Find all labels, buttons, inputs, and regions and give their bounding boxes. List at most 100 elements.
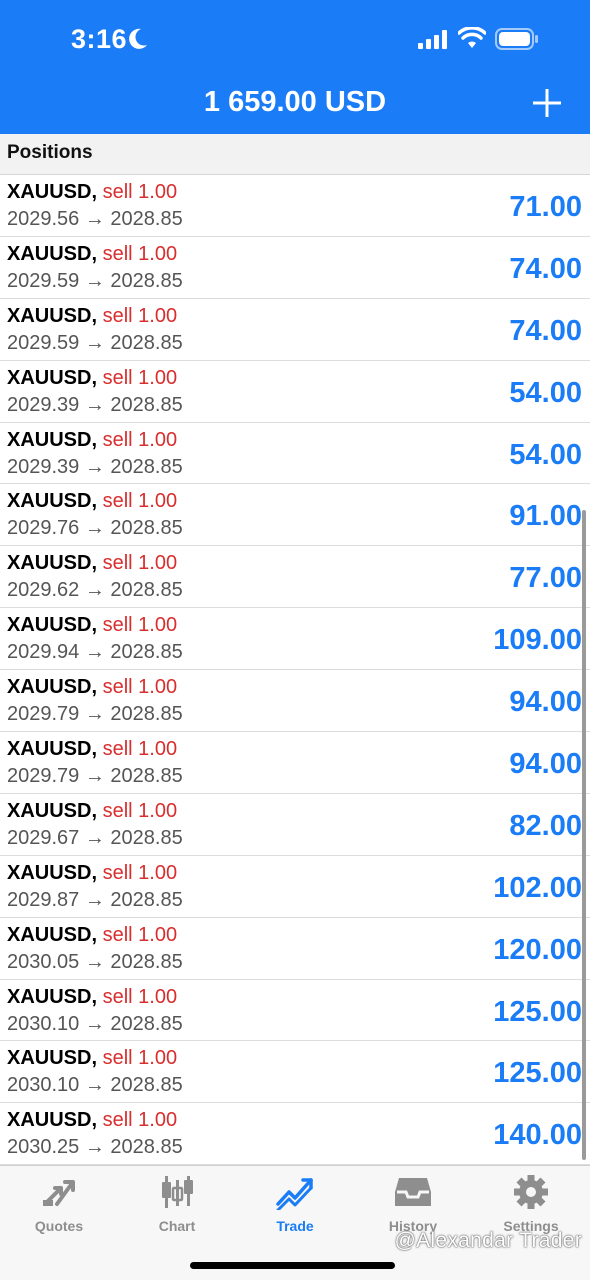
position-prices: 2030.05 → 2028.85 (7, 951, 183, 974)
position-direction: sell 1.00 (102, 1109, 178, 1132)
open-price: 2030.25 (7, 1136, 80, 1159)
cellular-signal-icon (418, 30, 447, 49)
arrow-icon: → (84, 579, 105, 602)
position-row[interactable]: XAUUSD, sell 1.00 2029.39 → 2028.85 54.00 (0, 423, 590, 485)
arrow-icon: → (84, 641, 105, 664)
account-balance: 1 659.00 USD (203, 86, 387, 118)
position-row[interactable]: XAUUSD, sell 1.00 2029.62 → 2028.85 77.00 (0, 546, 590, 609)
position-prices: 2029.76 → 2028.85 (7, 517, 183, 540)
position-row[interactable]: XAUUSD, sell 1.00 2029.87 → 2028.85 102.00 (0, 856, 590, 918)
open-price: 2029.79 (7, 765, 80, 788)
position-row[interactable]: XAUUSD, sell 1.00 2029.79 → 2028.85 94.00 (0, 670, 590, 733)
position-profit: 125.00 (493, 995, 582, 1028)
position-direction: sell 1.00 (102, 304, 178, 327)
position-row[interactable]: XAUUSD, sell 1.00 2029.59 → 2028.85 74.00 (0, 237, 590, 299)
position-prices: 2029.94 → 2028.85 (7, 641, 183, 664)
current-price: 2028.85 (110, 950, 183, 973)
open-price: 2030.10 (7, 1074, 80, 1097)
arrow-icon: → (84, 517, 105, 540)
open-price: 2029.39 (7, 455, 80, 478)
arrow-icon: → (84, 950, 105, 973)
tab-trade[interactable]: Trade (236, 1174, 354, 1244)
watermark: @Alexandar Trader (394, 1229, 582, 1252)
position-direction: sell 1.00 (102, 242, 178, 265)
position-title: XAUUSD, sell 1.00 (7, 676, 177, 699)
position-row[interactable]: XAUUSD, sell 1.00 2029.56 → 2028.85 71.00 (0, 175, 590, 237)
position-title: XAUUSD, sell 1.00 (7, 614, 177, 637)
section-title: Positions (7, 142, 93, 163)
tab-chart[interactable]: Chart (118, 1174, 236, 1244)
positions-section-header: Positions (0, 134, 590, 175)
tab-quotes[interactable]: Quotes (0, 1174, 118, 1244)
position-symbol: XAUUSD, (7, 738, 98, 761)
position-symbol: XAUUSD, (7, 985, 98, 1008)
position-row[interactable]: XAUUSD, sell 1.00 2029.79 → 2028.85 94.00 (0, 732, 590, 794)
position-profit: 82.00 (509, 809, 582, 842)
position-profit: 74.00 (509, 314, 582, 347)
position-row[interactable]: XAUUSD, sell 1.00 2030.05 → 2028.85 120.00 (0, 918, 590, 980)
current-price: 2028.85 (110, 455, 183, 478)
open-price: 2029.62 (7, 579, 80, 602)
position-profit: 109.00 (493, 624, 582, 657)
position-symbol: XAUUSD, (7, 181, 98, 203)
position-symbol: XAUUSD, (7, 1047, 98, 1070)
position-prices: 2029.62 → 2028.85 (7, 579, 183, 602)
scrollbar[interactable] (582, 510, 586, 1160)
open-price: 2029.39 (7, 393, 80, 416)
position-title: XAUUSD, sell 1.00 (7, 552, 177, 575)
battery-icon (495, 28, 538, 50)
current-price: 2028.85 (110, 641, 183, 664)
positions-list[interactable]: XAUUSD, sell 1.00 2029.56 → 2028.85 71.00 X… (0, 175, 590, 1165)
arrow-icon: → (84, 765, 105, 788)
position-profit: 54.00 (509, 376, 582, 409)
position-row[interactable]: XAUUSD, sell 1.00 2030.10 → 2028.85 125.00 (0, 980, 590, 1042)
arrow-icon: → (84, 393, 105, 416)
current-price: 2028.85 (110, 703, 183, 726)
current-price: 2028.85 (110, 579, 183, 602)
position-symbol: XAUUSD, (7, 366, 98, 389)
current-price: 2028.85 (110, 517, 183, 540)
current-price: 2028.85 (110, 1074, 183, 1097)
tab-label: Quotes (34, 1218, 84, 1234)
position-direction: sell 1.00 (102, 490, 178, 513)
position-title: XAUUSD, sell 1.00 (7, 1047, 177, 1070)
wifi-icon (458, 27, 486, 48)
position-profit: 94.00 (509, 748, 582, 781)
position-row[interactable]: XAUUSD, sell 1.00 2030.10 → 2028.85 125.00 (0, 1041, 590, 1104)
add-order-button[interactable] (532, 88, 562, 118)
position-row[interactable]: XAUUSD, sell 1.00 2029.94 → 2028.85 109.00 (0, 608, 590, 671)
position-symbol: XAUUSD, (7, 304, 98, 327)
arrow-icon: → (84, 1012, 105, 1035)
position-row[interactable]: XAUUSD, sell 1.00 2029.39 → 2028.85 54.00 (0, 361, 590, 423)
position-title: XAUUSD, sell 1.00 (7, 924, 177, 947)
position-direction: sell 1.00 (102, 614, 178, 637)
position-title: XAUUSD, sell 1.00 (7, 243, 177, 266)
position-row[interactable]: XAUUSD, sell 1.00 2029.67 → 2028.85 82.00 (0, 794, 590, 856)
home-indicator[interactable] (190, 1262, 395, 1269)
position-prices: 2029.39 → 2028.85 (7, 394, 183, 417)
arrow-icon: → (84, 703, 105, 726)
current-price: 2028.85 (110, 331, 183, 354)
position-direction: sell 1.00 (102, 428, 178, 451)
open-price: 2029.79 (7, 703, 80, 726)
open-price: 2029.56 (7, 208, 80, 230)
current-price: 2028.85 (110, 888, 183, 911)
position-title: XAUUSD, sell 1.00 (7, 429, 177, 452)
status-bar: 3:16 (0, 0, 590, 80)
status-time: 3:16 (71, 24, 128, 54)
open-price: 2030.10 (7, 1012, 80, 1035)
position-profit: 71.00 (509, 191, 582, 223)
position-row[interactable]: XAUUSD, sell 1.00 2029.76 → 2028.85 91.00 (0, 484, 590, 547)
current-price: 2028.85 (110, 208, 183, 230)
position-prices: 2029.39 → 2028.85 (7, 456, 183, 479)
position-symbol: XAUUSD, (7, 552, 98, 575)
position-direction: sell 1.00 (102, 985, 178, 1008)
position-title: XAUUSD, sell 1.00 (7, 1109, 177, 1132)
current-price: 2028.85 (110, 1136, 183, 1159)
arrow-icon: → (84, 888, 105, 911)
position-symbol: XAUUSD, (7, 428, 98, 451)
position-row[interactable]: XAUUSD, sell 1.00 2029.59 → 2028.85 74.00 (0, 299, 590, 361)
position-row[interactable]: XAUUSD, sell 1.00 2030.25 → 2028.85 140.00 (0, 1103, 590, 1165)
position-direction: sell 1.00 (102, 1047, 178, 1070)
position-title: XAUUSD, sell 1.00 (7, 305, 177, 328)
